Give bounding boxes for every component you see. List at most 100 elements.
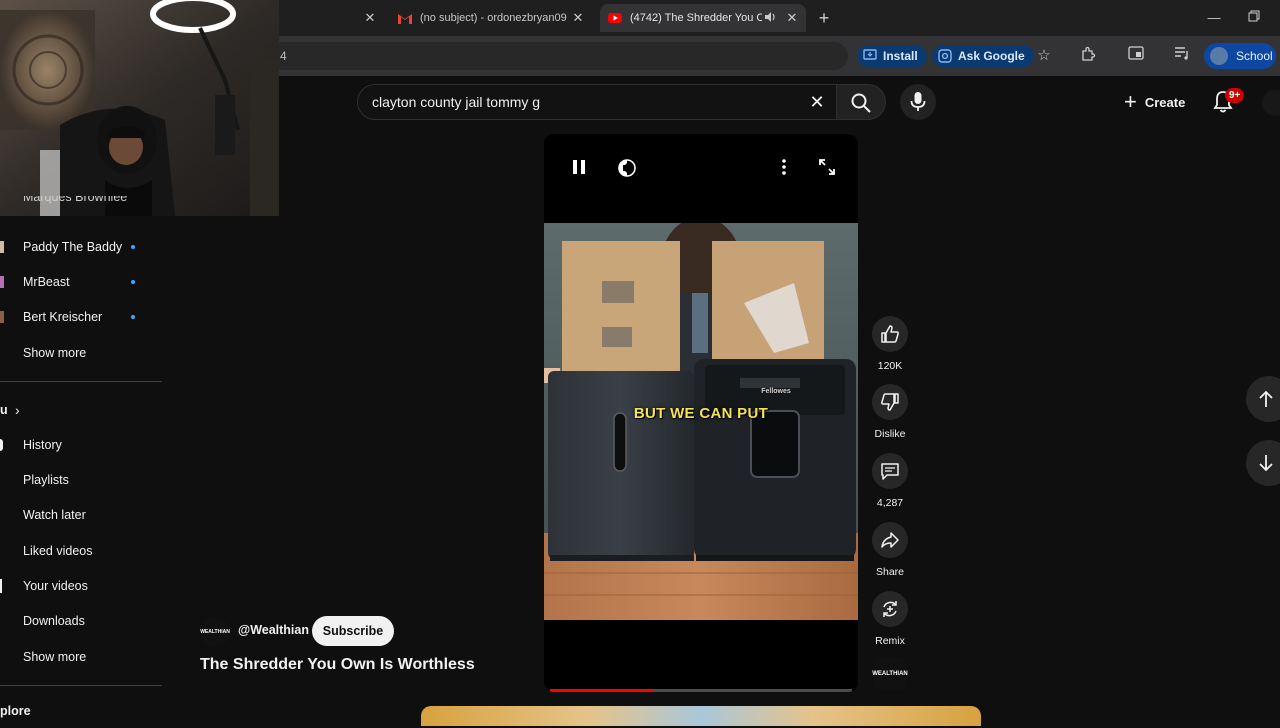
sidebar-item-bert-kreischer[interactable]: Bert Kreischer [0,300,162,334]
share-icon [872,522,908,558]
svg-text:Fellowes: Fellowes [761,388,791,395]
sidebar-section-explore[interactable]: plore [0,694,162,728]
channel-avatar [0,241,4,253]
comment-count: 4,287 [876,497,904,509]
channel-thumbnail-button[interactable]: WEALTHIAN [872,658,908,690]
remix-label: Remix [875,635,905,647]
sidebar-item-label: Playlists [23,473,69,487]
restore-icon[interactable] [1244,8,1264,28]
profile-button[interactable]: School [1204,43,1276,69]
chevron-right-icon: › [15,402,20,418]
volume-icon[interactable] [616,158,638,180]
dislike-button[interactable]: Dislike [872,384,908,440]
address-bar[interactable]: 4 [268,42,848,70]
tab-label: (4742) The Shredder You O [630,12,762,24]
sidebar-item-your-videos[interactable]: Your videos [0,569,162,603]
like-button[interactable]: 120K [872,316,908,372]
sidebar-item-label: Your videos [23,579,88,593]
sidebar-item-label: Watch later [23,508,86,522]
new-tab-button[interactable]: + [814,8,834,28]
search-button[interactable] [836,84,886,120]
minimize-icon[interactable]: — [1204,8,1224,28]
ask-google-label: Ask Google [958,49,1025,63]
sidebar-item-playlists[interactable]: Playlists [0,463,162,497]
bookmark-star-icon[interactable]: ☆ [1034,46,1054,66]
sidebar-item-label: History [23,438,62,452]
thumbs-down-icon [872,384,908,420]
install-label: Install [883,49,918,63]
arrow-down-icon [1259,455,1273,472]
speaker-icon[interactable] [763,10,777,27]
fullscreen-icon[interactable] [816,158,838,180]
like-count: 120K [877,360,903,372]
sidebar-section-you[interactable]: u › [0,393,162,427]
previous-short-button[interactable] [1246,376,1280,422]
tab-close-button-hidden-tab[interactable]: ✕ [362,10,378,26]
sidebar-item-label: Downloads [23,614,85,628]
your-videos-icon [0,579,2,593]
notification-count-badge: 9+ [1225,88,1245,103]
next-short-preview[interactable] [421,706,981,726]
video-title[interactable]: The Shredder You Own Is Worthless [200,656,475,674]
create-button[interactable]: + Create [1118,84,1202,120]
channel-avatar-text: WEALTHIAN [200,629,230,635]
more-options-icon[interactable] [773,158,795,180]
search-input[interactable]: clayton county jail tommy g ✕ [357,84,837,120]
sidebar-item-paddy-the-baddy[interactable]: Paddy The Baddy [0,230,162,264]
google-lens-icon [938,49,952,63]
sidebar-item-watch-later[interactable]: Watch later [0,498,162,532]
channel-avatar [0,276,4,288]
next-short-button[interactable] [1246,440,1280,486]
comment-icon [872,453,908,489]
search-icon [851,93,871,113]
clear-search-icon[interactable]: ✕ [806,91,828,113]
tab-label: (no subject) - ordonezbryan09 [420,12,567,24]
progress-fill [550,689,653,692]
sidebar-item-history[interactable]: History [0,428,162,462]
pause-icon[interactable] [568,158,590,180]
tab-youtube[interactable]: (4742) The Shredder You O ✕ [600,4,806,32]
comments-button[interactable]: 4,287 [872,453,908,509]
profile-label: School [1236,49,1273,63]
profile-avatar [1210,47,1228,65]
media-controls-icon[interactable] [1172,46,1192,66]
new-content-dot [131,245,135,249]
install-icon [863,49,877,63]
history-icon [0,439,3,451]
close-icon[interactable]: ✕ [784,10,800,26]
account-avatar[interactable] [1262,90,1280,116]
install-button[interactable]: Install [857,45,927,67]
address-text: 4 [280,49,287,63]
new-content-dot [131,280,135,284]
sidebar-show-more-you[interactable]: Show more [0,640,162,674]
extensions-icon[interactable] [1078,46,1098,66]
search-query-text: clayton county jail tommy g [372,94,541,110]
microphone-icon [910,92,926,111]
voice-search-button[interactable] [900,84,936,120]
reading-mode-icon[interactable] [1126,46,1146,66]
sidebar-item-label: Bert Kreischer [23,310,103,324]
channel-thumbnail-text: WEALTHIAN [872,671,908,677]
sidebar-item-label: Marques Brownlee [23,196,128,204]
sidebar-item-label: Paddy The Baddy [23,240,123,254]
remix-button[interactable]: Remix [872,591,908,647]
shorts-player[interactable]: Fellowes BUT WE CAN PUT [544,134,858,692]
close-icon[interactable]: ✕ [570,10,586,26]
sidebar-item-partial[interactable]: Marques Brownlee [0,196,162,216]
share-button[interactable]: Share [872,522,908,578]
sidebar-show-more-subscriptions[interactable]: Show more [0,336,162,370]
sidebar-item-downloads[interactable]: Downloads [0,604,162,638]
channel-handle[interactable]: @Wealthian [238,623,309,637]
dislike-label: Dislike [874,428,906,440]
section-header-label: u [0,403,8,417]
sidebar: Marques Brownlee Paddy The Baddy MrBeast… [0,196,170,720]
channel-avatar[interactable]: WEALTHIAN [200,617,230,647]
create-label: Create [1144,94,1186,110]
sidebar-divider [0,381,162,382]
ask-google-button[interactable]: Ask Google [932,45,1034,67]
tab-gmail[interactable]: (no subject) - ordonezbryan09 ✕ [390,4,592,32]
sidebar-item-mrbeast[interactable]: MrBeast [0,265,162,299]
progress-bar[interactable] [550,689,852,692]
sidebar-item-liked-videos[interactable]: Liked videos [0,534,162,568]
subscribe-button[interactable]: Subscribe [312,616,394,646]
